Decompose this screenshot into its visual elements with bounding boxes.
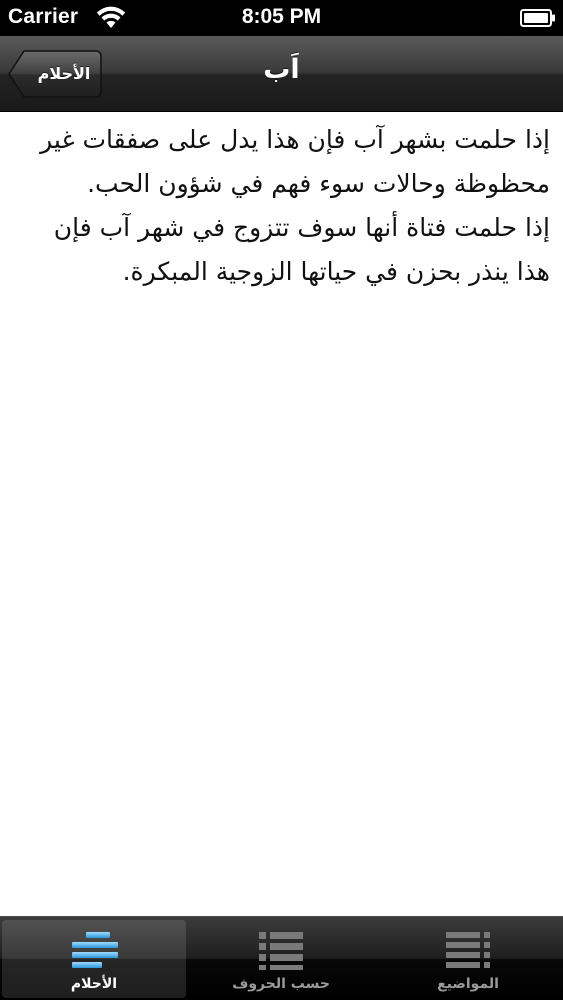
tab-by-letters[interactable]: حسب الحروف [189,920,373,998]
page-title: اَب [263,54,300,85]
list-icon [446,932,490,968]
lines-icon [72,932,118,968]
tab-label: الأحلام [70,976,118,992]
tab-dreams[interactable]: الأحلام [2,920,186,998]
navigation-bar: الأحلام اَب [0,36,563,112]
content-area: إذا حلمت بشهر آب فإن هذا يدل على صفقات غ… [0,112,563,916]
tab-label: حسب الحروف [232,976,330,992]
status-time: 8:05 PM [241,5,322,28]
dream-description: إذا حلمت بشهر آب فإن هذا يدل على صفقات غ… [14,118,550,294]
tab-bar: الأحلام حسب الحروف المواضيع [0,916,563,1000]
tab-topics[interactable]: المواضيع [376,920,560,998]
battery-icon [520,9,555,27]
status-bar: Carrier 8:05 PM [0,0,563,36]
description-paragraph: إذا حلمت فتاة أنها سوف تتزوج في شهر آب ف… [53,213,550,286]
description-paragraph: إذا حلمت بشهر آب فإن هذا يدل على صفقات غ… [40,125,550,198]
bulleted-list-icon [259,932,303,970]
tab-label: المواضيع [437,976,499,992]
